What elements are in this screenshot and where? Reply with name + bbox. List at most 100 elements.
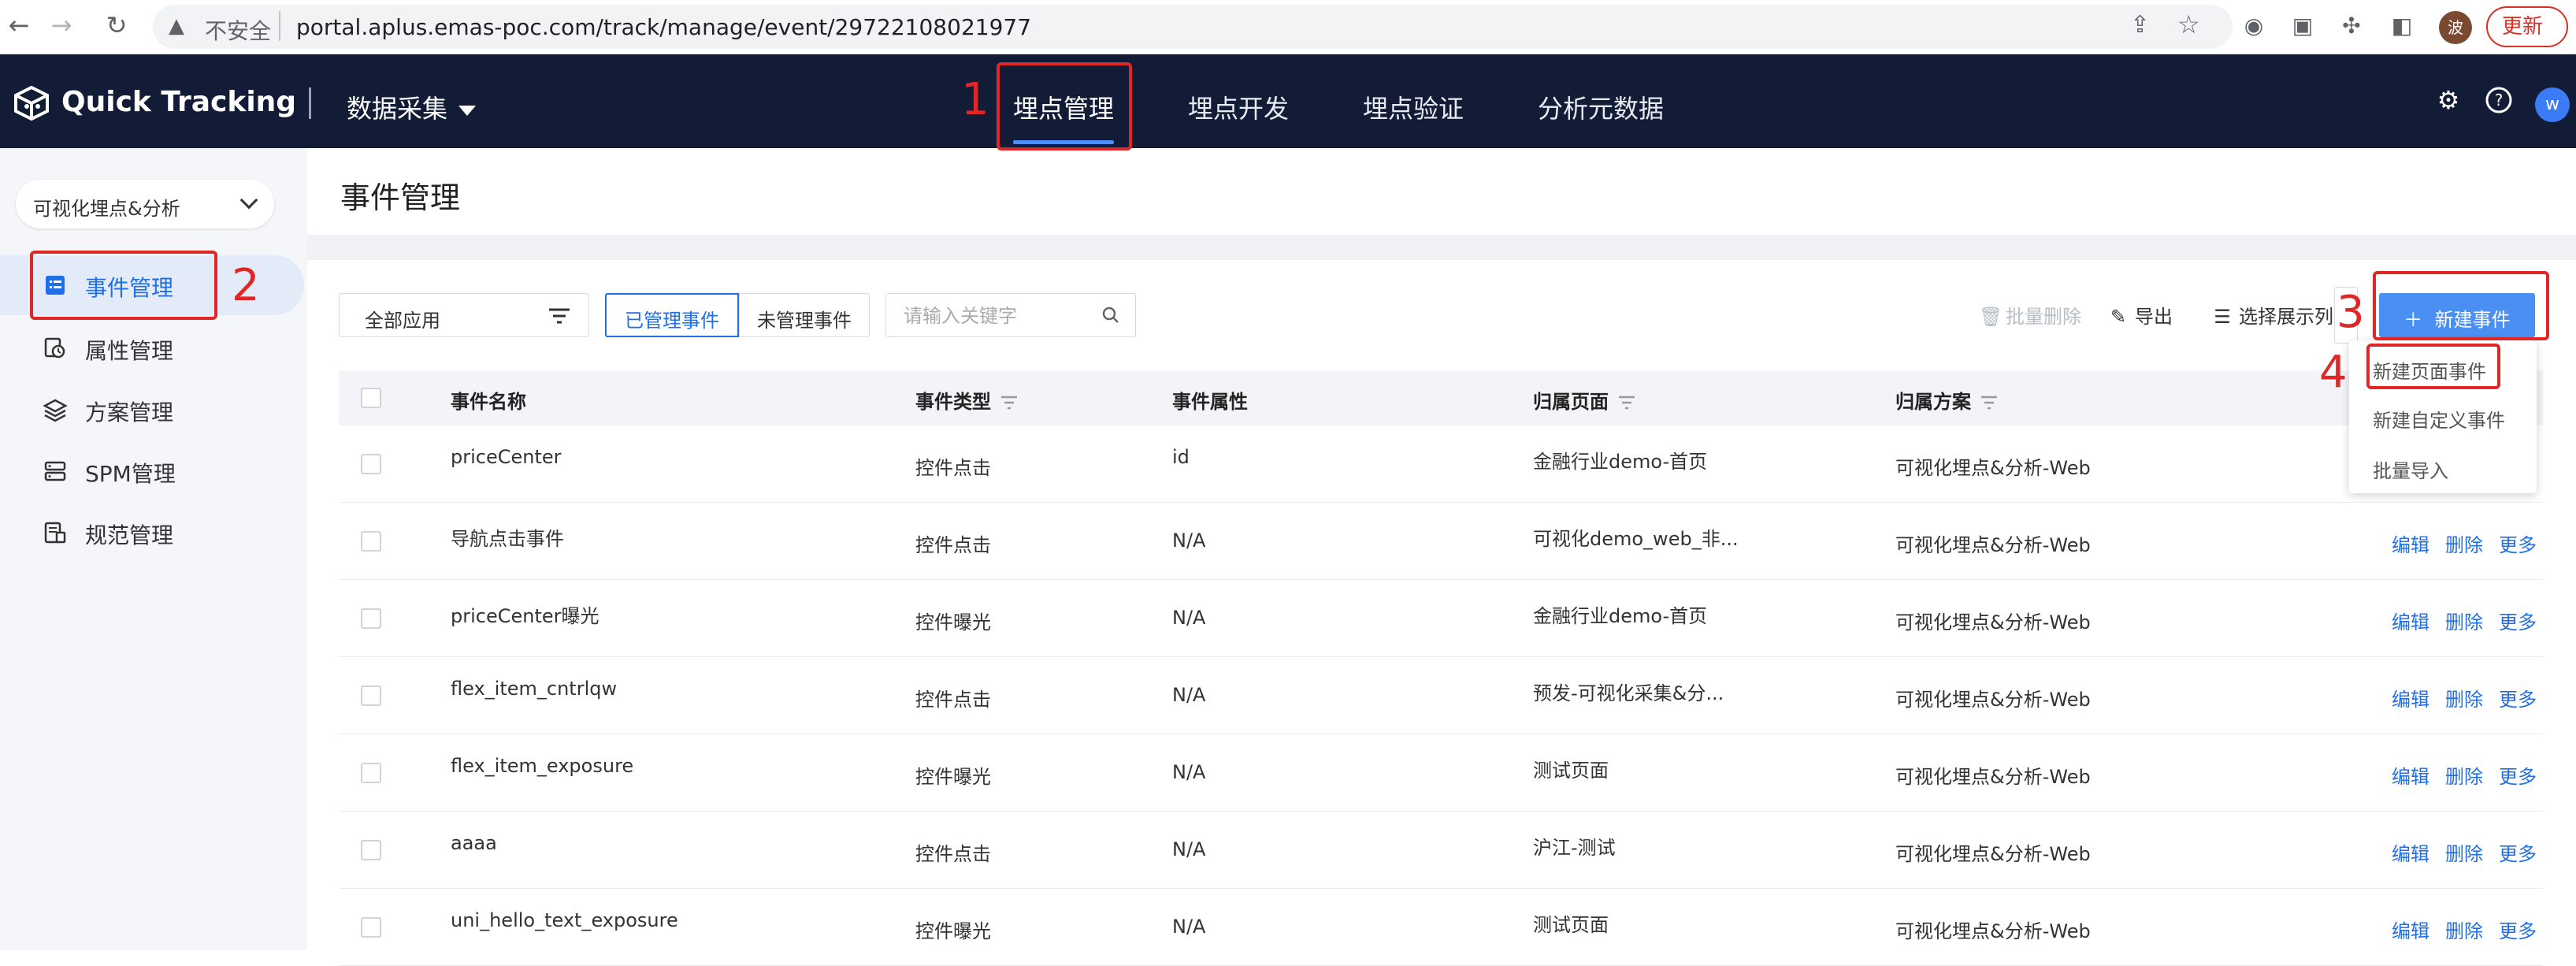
batch-delete-button[interactable]: 🗑 批量删除: [1979, 301, 2081, 329]
tab-unmanaged-events[interactable]: 未管理事件: [739, 293, 870, 337]
more-link[interactable]: 更多: [2499, 607, 2537, 634]
browser-toolbar: ← → ↻ ▲ 不安全 portal.aplus.emas-poc.com/tr…: [0, 0, 2576, 76]
app-scheme-select[interactable]: 可视化埋点&分析: [16, 180, 274, 228]
select-columns-button[interactable]: ☰ 选择展示列: [2212, 301, 2333, 329]
sidebar-item-spm-management[interactable]: SPM管理: [0, 441, 307, 501]
spec-document-icon: [44, 522, 66, 544]
export-button[interactable]: ✎ 导出: [2108, 301, 2173, 329]
edit-link[interactable]: 编辑: [2392, 916, 2429, 943]
row-checkbox[interactable]: [361, 608, 381, 629]
header-owning-plan[interactable]: 归属方案: [1895, 386, 1998, 414]
cell-event-type: 控件曝光: [915, 920, 991, 942]
more-link[interactable]: 更多: [2499, 916, 2537, 943]
select-all-checkbox[interactable]: [361, 388, 381, 408]
column-filter-icon[interactable]: [1000, 396, 1018, 410]
table-row[interactable]: priceCenter曝光 控件曝光 N/A 金融行业demo-首页 可视化埋点…: [339, 580, 2543, 657]
header-event-type[interactable]: 事件类型: [915, 386, 1018, 414]
bookmark-star-icon[interactable]: ☆: [2177, 9, 2200, 39]
reload-icon[interactable]: ↻: [99, 8, 134, 43]
table-row[interactable]: uni_hello_text_exposure 控件曝光 N/A 测试页面 可视…: [339, 889, 2543, 966]
more-link[interactable]: 更多: [2499, 529, 2537, 557]
cell-event-type: 控件点击: [915, 457, 991, 479]
annotation-number-1: 1: [961, 74, 989, 125]
delete-link[interactable]: 删除: [2445, 684, 2483, 711]
edit-link[interactable]: 编辑: [2392, 529, 2429, 557]
cell-event-type: 控件点击: [915, 689, 991, 711]
nav-tab-metadata[interactable]: 分析元数据: [1538, 89, 1664, 125]
table-row[interactable]: 导航点击事件 控件点击 N/A 可视化demo_web_非... 可视化埋点&分…: [339, 503, 2543, 580]
annotation-number-4: 4: [2319, 347, 2348, 398]
delete-link[interactable]: 删除: [2445, 529, 2483, 557]
browser-update-button[interactable]: 更新 ⋮: [2486, 6, 2568, 76]
more-link[interactable]: 更多: [2499, 684, 2537, 711]
more-link[interactable]: 更多: [2499, 761, 2537, 789]
cell-owning-plan: 可视化埋点&分析-Web: [1895, 457, 2091, 479]
edit-link[interactable]: 编辑: [2392, 684, 2429, 711]
annotation-box-2: [30, 251, 217, 320]
settings-gear-icon[interactable]: ⚙: [2433, 84, 2464, 116]
edit-link[interactable]: 编辑: [2392, 838, 2429, 866]
header-owning-plan-label: 归属方案: [1895, 391, 1971, 413]
row-checkbox[interactable]: [361, 917, 381, 938]
module-selector[interactable]: 数据采集: [347, 89, 477, 125]
cell-event-type: 控件点击: [915, 534, 991, 556]
cell-owning-page: 测试页面: [1533, 760, 1609, 782]
export-label: 导出: [2135, 306, 2173, 328]
event-list-card: 全部应用 已管理事件 未管理事件 🗑批量删除 ✎导出 ☰选择展示列 ＋ 新建事件…: [307, 260, 2576, 966]
sidebar-item-plan-management[interactable]: 方案管理: [0, 380, 307, 440]
page-header: 事件管理: [307, 148, 2576, 235]
app-filter-select[interactable]: 全部应用: [339, 293, 589, 337]
batch-delete-label: 批量删除: [2006, 306, 2081, 328]
row-checkbox[interactable]: [361, 763, 381, 783]
nav-tab-tracking-validation[interactable]: 埋点验证: [1363, 89, 1464, 125]
sidebar-item-attribute-management[interactable]: 属性管理: [0, 318, 307, 378]
back-arrow-icon[interactable]: ←: [2, 8, 36, 43]
search-icon[interactable]: [1101, 305, 1121, 325]
edit-link[interactable]: 编辑: [2392, 761, 2429, 789]
row-checkbox[interactable]: [361, 531, 381, 552]
warning-icon[interactable]: ▲: [169, 14, 184, 38]
user-avatar[interactable]: w: [2535, 87, 2570, 122]
annotation-box-1: [997, 62, 1132, 150]
column-filter-icon[interactable]: [1980, 396, 1998, 410]
side-panel-icon[interactable]: ◧: [2387, 11, 2417, 41]
browser-profile-avatar[interactable]: 波: [2439, 11, 2472, 44]
table-row[interactable]: priceCenter 控件点击 id 金融行业demo-首页 可视化埋点&分析…: [339, 425, 2543, 503]
address-bar[interactable]: ▲ 不安全 portal.aplus.emas-poc.com/track/ma…: [153, 5, 2233, 49]
table-row[interactable]: flex_item_exposure 控件曝光 N/A 测试页面 可视化埋点&分…: [339, 734, 2543, 812]
header-owning-page[interactable]: 归属页面: [1533, 386, 1635, 414]
extension-icon[interactable]: ▣: [2288, 11, 2318, 41]
edit-link[interactable]: 编辑: [2392, 607, 2429, 634]
help-icon[interactable]: ?: [2483, 84, 2515, 116]
insecure-label[interactable]: 不安全: [205, 14, 271, 46]
row-checkbox[interactable]: [361, 454, 381, 474]
column-filter-icon[interactable]: [1618, 396, 1635, 410]
table-row[interactable]: flex_item_cntrlqw 控件点击 N/A 预发-可视化采集&分...…: [339, 657, 2543, 734]
share-icon[interactable]: ⇪: [2130, 11, 2150, 39]
delete-link[interactable]: 删除: [2445, 607, 2483, 634]
table-row[interactable]: aaaa 控件点击 N/A 沪江-测试 可视化埋点&分析-Web 编辑 删除 更…: [339, 812, 2543, 889]
nav-tab-tracking-development[interactable]: 埋点开发: [1188, 89, 1289, 125]
row-checkbox[interactable]: [361, 840, 381, 860]
address-divider: [279, 11, 280, 41]
puzzle-icon[interactable]: ✣: [2337, 11, 2366, 41]
delete-link[interactable]: 删除: [2445, 838, 2483, 866]
header-event-attributes: 事件属性: [1172, 391, 1248, 413]
extension-off-icon[interactable]: ◉: [2239, 11, 2269, 41]
cell-event-name: flex_item_cntrlqw: [451, 678, 618, 700]
delete-link[interactable]: 删除: [2445, 761, 2483, 789]
menu-item-new-custom-event[interactable]: 新建自定义事件: [2373, 405, 2505, 433]
row-checkbox[interactable]: [361, 685, 381, 706]
search-input[interactable]: [902, 302, 1091, 330]
cell-owning-plan: 可视化埋点&分析-Web: [1895, 689, 2091, 711]
cell-owning-plan: 可视化埋点&分析-Web: [1895, 766, 2091, 788]
app-logo-text[interactable]: Quick Tracking: [61, 86, 296, 118]
sidebar-item-spec-management[interactable]: 规范管理: [0, 503, 307, 563]
cell-event-name: flex_item_exposure: [451, 755, 634, 777]
menu-item-batch-import[interactable]: 批量导入: [2373, 455, 2448, 483]
more-link[interactable]: 更多: [2499, 838, 2537, 866]
forward-arrow-icon[interactable]: →: [44, 8, 79, 43]
url-text[interactable]: portal.aplus.emas-poc.com/track/manage/e…: [296, 14, 1031, 40]
tab-managed-events[interactable]: 已管理事件: [605, 293, 739, 337]
delete-link[interactable]: 删除: [2445, 916, 2483, 943]
